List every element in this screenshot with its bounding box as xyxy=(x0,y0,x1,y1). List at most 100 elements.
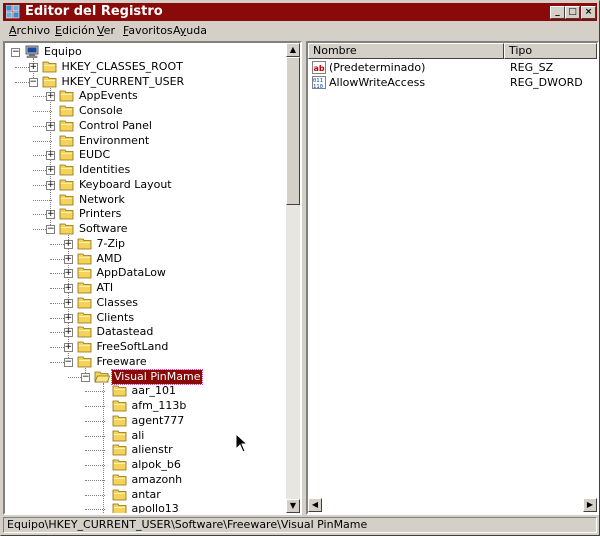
tree-node[interactable]: + AMD xyxy=(5,252,287,266)
folder-icon xyxy=(59,149,74,161)
tree-node[interactable]: + Keyboard Layout xyxy=(5,178,287,192)
collapse-icon[interactable]: − xyxy=(63,357,73,367)
expand-icon[interactable]: + xyxy=(46,180,55,190)
scroll-left-button[interactable]: ◀ xyxy=(308,498,322,512)
menu-ver[interactable]: Ver xyxy=(97,24,115,37)
minimize-icon: _ xyxy=(555,7,560,17)
menu-archivo[interactable]: Archivo xyxy=(9,24,50,37)
expand-icon[interactable]: + xyxy=(46,121,55,131)
tree-node[interactable]: − Freeware xyxy=(5,355,287,369)
tree-node-label: amazonh xyxy=(131,472,183,486)
collapse-icon[interactable]: − xyxy=(81,372,90,382)
tree-node[interactable]: + HKEY_CLASSES_ROOT xyxy=(5,60,287,74)
tree-node[interactable]: + Datastead xyxy=(5,325,287,339)
tree-node[interactable]: + Classes xyxy=(5,296,287,310)
tree-node[interactable]: aar_101 xyxy=(5,384,287,398)
tree-node[interactable]: alpok_b6 xyxy=(5,458,287,472)
title-bar[interactable]: Editor del Registro _ □ × xyxy=(3,3,597,21)
tree-connector-line xyxy=(85,494,105,496)
collapse-icon[interactable]: − xyxy=(28,77,38,87)
expand-icon[interactable]: + xyxy=(63,254,73,264)
tree-node-label: Console xyxy=(79,104,123,117)
tree-node[interactable]: + FreeSoftLand xyxy=(5,340,287,354)
maximize-button[interactable]: □ xyxy=(565,6,580,19)
expand-icon[interactable]: + xyxy=(63,298,73,308)
expand-icon[interactable]: + xyxy=(28,62,38,72)
tree-node[interactable]: + AppEvents xyxy=(5,89,287,103)
tree-node-label: agent777 xyxy=(131,413,185,427)
tree-node[interactable]: apollo13 xyxy=(5,502,287,513)
expand-icon[interactable]: + xyxy=(63,343,73,352)
tree-connector-line xyxy=(85,465,105,466)
status-bar: Equipo\HKEY_CURRENT_USER\Software\Freewa… xyxy=(3,517,597,533)
tree-node-label: AppDataLow xyxy=(96,266,166,280)
column-header-name[interactable]: Nombre xyxy=(308,43,504,59)
folder-icon xyxy=(59,208,74,220)
expand-icon[interactable]: + xyxy=(46,166,55,175)
tree-node[interactable]: + EUDC xyxy=(5,148,287,162)
expand-icon[interactable]: + xyxy=(63,284,73,293)
close-button[interactable]: × xyxy=(581,6,596,19)
tree-pane[interactable]: − Equipo + HKEY_CLASSES_ROOT − HKEY_CURRENT_U… xyxy=(3,41,302,515)
scroll-right-button[interactable]: ▶ xyxy=(583,498,597,512)
expand-icon[interactable]: + xyxy=(46,151,55,161)
tree-node[interactable]: +7-Zip xyxy=(5,237,287,251)
tree-connector-line xyxy=(32,199,52,201)
expand-icon[interactable]: + xyxy=(63,313,73,323)
tree-node[interactable]: amazonh xyxy=(5,473,287,487)
minimize-button[interactable]: _ xyxy=(550,6,565,19)
tree-node[interactable]: Network xyxy=(5,193,287,207)
expand-icon[interactable]: + xyxy=(63,239,73,249)
scroll-down-button[interactable]: ▼ xyxy=(286,499,300,513)
tree-node[interactable]: Console xyxy=(5,104,287,118)
tree-node[interactable]: + ATI xyxy=(5,281,287,295)
tree-vertical-scrollbar[interactable]: ▲ ▼ xyxy=(286,43,300,513)
expand-icon[interactable]: + xyxy=(63,328,73,338)
column-header-type-label: Tipo xyxy=(509,44,533,57)
window-title: Editor del Registro xyxy=(25,4,163,19)
menu-ayuda[interactable]: Ayuda xyxy=(173,24,207,37)
tree-node-label: aar_101 xyxy=(131,384,177,398)
tree-node[interactable]: − HKEY_CURRENT_USER xyxy=(5,75,287,89)
collapse-icon[interactable]: − xyxy=(46,225,55,234)
tree-node[interactable]: + Clients xyxy=(5,311,287,325)
status-path: Equipo\HKEY_CURRENT_USER\Software\Freewa… xyxy=(7,518,368,531)
expand-icon[interactable]: + xyxy=(46,92,55,102)
folder-icon xyxy=(59,164,74,176)
close-icon: × xyxy=(584,7,593,17)
tree-node[interactable]: + Control Panel xyxy=(5,119,287,133)
scroll-up-arrow-icon: ▲ xyxy=(289,45,297,54)
menu-edicin[interactable]: Edición xyxy=(55,24,95,37)
scroll-up-button[interactable]: ▲ xyxy=(286,43,300,57)
menu-favoritos[interactable]: Favoritos xyxy=(123,24,173,37)
tree-node[interactable]: Environment xyxy=(5,134,287,148)
tree-node[interactable]: + Printers xyxy=(5,207,287,221)
value-row[interactable]: 011 110 AllowWriteAccess REG_DWORD xyxy=(312,75,592,90)
folder-icon xyxy=(112,415,126,427)
column-header-type[interactable]: Tipo xyxy=(504,43,597,59)
folder-icon xyxy=(77,326,91,338)
value-row[interactable]: ab (Predeterminado) REG_SZ xyxy=(312,60,592,75)
tree-connector-line xyxy=(85,435,105,437)
maximize-icon: □ xyxy=(568,7,577,17)
expand-icon[interactable]: + xyxy=(46,210,55,220)
scroll-thumb[interactable] xyxy=(286,57,300,205)
tree-node[interactable]: − Software xyxy=(5,222,287,236)
tree-node[interactable]: agent777 xyxy=(5,414,287,428)
tree-node-label: 7-Zip xyxy=(96,236,126,250)
tree-node-label: ali xyxy=(131,428,145,442)
tree-connector-line xyxy=(85,509,105,511)
expand-icon[interactable]: + xyxy=(63,269,73,279)
tree-node-label: alpok_b6 xyxy=(131,458,181,471)
tree-node[interactable]: antar xyxy=(5,488,287,502)
tree-node[interactable]: + Identities xyxy=(5,163,287,177)
collapse-icon[interactable]: − xyxy=(11,48,20,57)
values-pane[interactable]: Nombre Tipo ab (Predeterminado) REG_SZ 0… xyxy=(306,41,599,515)
tree-node[interactable]: − Equipo xyxy=(5,45,287,59)
tree-node[interactable]: + AppDataLow xyxy=(5,266,287,280)
folder-icon xyxy=(112,400,126,412)
tree-node-label: apollo13 xyxy=(131,502,179,513)
tree-node[interactable]: afm_113b xyxy=(5,399,287,413)
tree-node[interactable]: − Visual PinMame xyxy=(5,368,287,385)
tree-connector-line xyxy=(85,479,105,481)
